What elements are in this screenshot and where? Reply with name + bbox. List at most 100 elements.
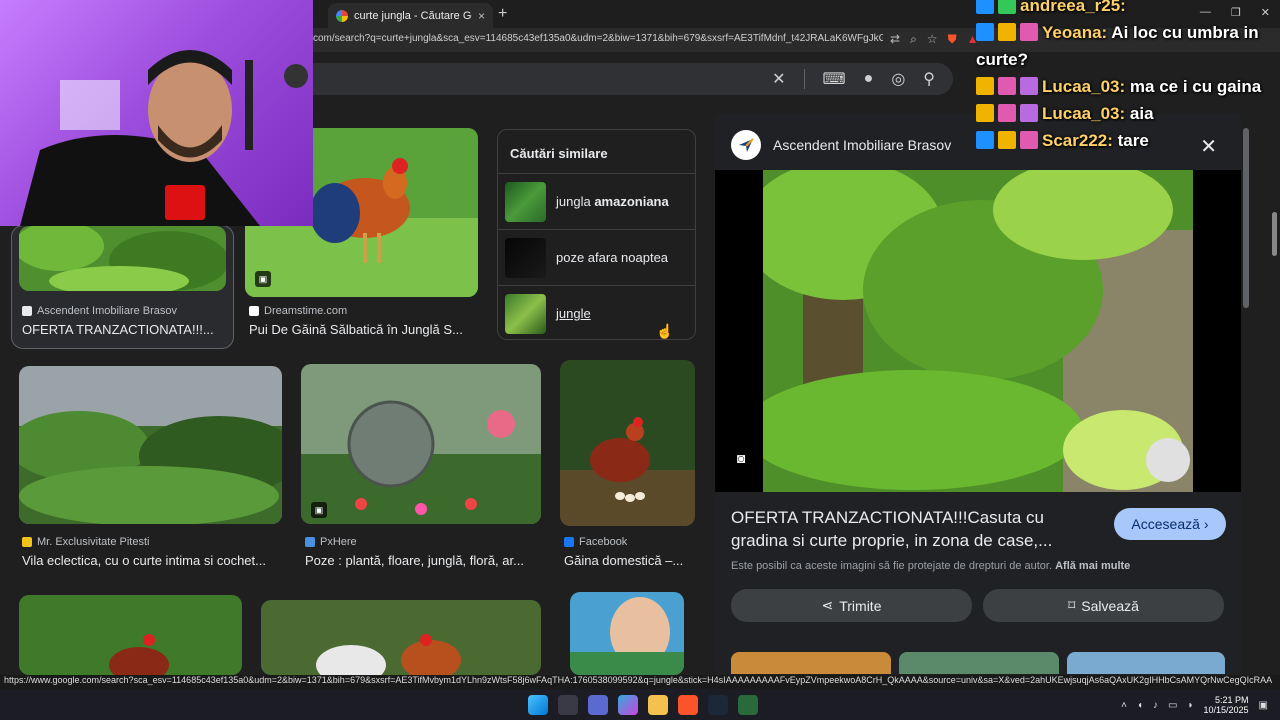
result-source-name: Ascendent Imobiliare Brasov <box>37 305 178 317</box>
chat-text: Ai loc cu umbra in curte? <box>976 23 1259 69</box>
similar-thumbnail <box>505 237 546 278</box>
similar-item[interactable]: jungla amazoniana <box>498 173 695 229</box>
similar-item-label: jungle <box>556 306 591 321</box>
facebook-favicon-icon <box>564 537 574 547</box>
start-menu-icon[interactable] <box>528 695 548 715</box>
result-source[interactable]: Facebook <box>564 536 627 548</box>
stream-chat-overlay: andreea_r25: Yeoana: Ai loc cu umbra in … <box>976 0 1276 154</box>
hen-thumbnail <box>560 360 695 526</box>
result-thumbnail[interactable] <box>19 595 242 675</box>
tab-title: curte jungla - Căutare Google <box>354 9 472 22</box>
site-logo-icon[interactable] <box>731 130 761 160</box>
related-thumbnail[interactable] <box>1067 652 1225 674</box>
brave-shield-icon[interactable]: ⛊ <box>948 32 957 47</box>
result-source-name: PxHere <box>320 536 357 548</box>
copilot-icon[interactable] <box>618 695 638 715</box>
rooster-garden-thumbnail <box>19 595 242 675</box>
translate-icon[interactable]: ⇄ <box>890 32 900 47</box>
image-badge-icon: ▣ <box>255 271 271 287</box>
roosters-thumbnail <box>261 600 541 675</box>
preview-image-area[interactable]: ◙ <box>715 170 1241 492</box>
chat-badge-icon <box>998 104 1016 122</box>
chat-username: Scar222: <box>1042 131 1113 150</box>
taskbar-apps <box>528 695 758 715</box>
search-input[interactable]: ✕ ⌨ ● ◎ ⚲ <box>300 63 953 95</box>
mic-icon[interactable]: ♪ <box>1153 700 1158 711</box>
greenhouse-thumbnail <box>301 364 541 524</box>
exclusivitate-favicon-icon <box>22 537 32 547</box>
site-name[interactable]: Ascendent Imobiliare Brasov <box>773 137 951 153</box>
address-bar-icons: ⇄ ⌕ ☆ ⛊ ▲ <box>890 32 978 47</box>
share-icon: ⋖ <box>821 597 834 613</box>
page-scrollbar[interactable] <box>1272 212 1277 256</box>
lens-icon[interactable]: ◎ <box>891 69 905 89</box>
result-source[interactable]: PxHere <box>305 536 357 548</box>
search-taskbar-icon[interactable] <box>558 695 578 715</box>
steam-icon[interactable] <box>708 695 728 715</box>
result-thumbnail[interactable] <box>560 360 695 526</box>
chat-message: Lucaa_03: aia <box>976 100 1276 127</box>
save-button-label: Salvează <box>1081 597 1139 614</box>
bookmark-icon[interactable]: ☆ <box>927 32 938 47</box>
chat-badge-icon <box>976 131 994 149</box>
notification-icon[interactable]: ▣ <box>1259 700 1268 711</box>
result-title[interactable]: Găina domestică –... <box>564 553 694 568</box>
result-title[interactable]: Poze : plantă, floare, junglă, floră, ar… <box>305 553 540 568</box>
clock-time: 5:21 PM <box>1215 695 1249 705</box>
related-thumbnail[interactable] <box>899 652 1059 674</box>
clock[interactable]: 5:21 PM 10/15/2025 <box>1204 695 1249 715</box>
new-tab-button[interactable]: + <box>498 5 507 23</box>
terminal-icon[interactable] <box>738 695 758 715</box>
result-source[interactable]: Dreamstime.com <box>249 305 347 317</box>
microphone-icon[interactable]: ● <box>864 70 874 88</box>
visual-search-icon[interactable]: ◙ <box>737 450 755 468</box>
network-icon[interactable]: ▭ <box>1168 700 1177 711</box>
similar-item[interactable]: poze afara noaptea <box>498 229 695 285</box>
crown-icon <box>976 77 994 95</box>
volume-icon[interactable]: ◗ <box>1187 700 1193 711</box>
file-explorer-icon[interactable] <box>648 695 668 715</box>
learn-more-link[interactable]: Află mai multe <box>1055 560 1130 572</box>
status-bar-url: https://www.google.com/search?sca_esv=11… <box>0 675 1280 689</box>
result-thumbnail[interactable] <box>301 364 541 524</box>
search-icon[interactable]: ⚲ <box>923 69 935 89</box>
brave-browser-icon[interactable] <box>678 695 698 715</box>
audio-icon[interactable]: ◖ <box>1137 700 1143 711</box>
result-title[interactable]: Vila eclectica, cu o curte intima si coc… <box>22 553 284 568</box>
related-thumbnail[interactable] <box>731 652 891 674</box>
preview-title[interactable]: OFERTA TRANZACTIONATA!!!Casuta cu gradin… <box>731 506 1091 552</box>
result-thumbnail[interactable] <box>570 592 684 675</box>
keyboard-icon[interactable]: ⌨ <box>823 69 846 89</box>
result-thumbnail[interactable] <box>19 226 226 291</box>
share-button[interactable]: ⋖ Trimite <box>731 589 972 622</box>
zoom-icon[interactable]: ⌕ <box>910 32 917 47</box>
result-source[interactable]: Ascendent Imobiliare Brasov <box>22 305 177 317</box>
result-title[interactable]: OFERTA TRANZACTIONATA!!!... <box>22 322 227 337</box>
similar-item-label: poze afara noaptea <box>556 250 669 265</box>
clear-search-icon[interactable]: ✕ <box>772 69 785 89</box>
similar-thumbnail <box>505 293 546 334</box>
image-preview-panel: Ascendent Imobiliare Brasov ✕ ◙ OFERTA T <box>715 114 1241 674</box>
similar-searches: Căutări similare jungla amazoniana poze … <box>497 129 696 340</box>
jungle-view-thumbnail <box>19 366 282 524</box>
chat-message: Scar222: tare <box>976 127 1276 154</box>
browser-tab[interactable]: curte jungla - Căutare Google × <box>328 3 493 28</box>
result-thumbnail[interactable] <box>261 600 541 675</box>
url-field[interactable]: com/search?q=curte+jungla&sca_esv=114685… <box>313 33 883 44</box>
result-thumbnail[interactable] <box>19 366 282 524</box>
widgets-icon[interactable] <box>588 695 608 715</box>
chat-badge-icon <box>998 77 1016 95</box>
visit-button[interactable]: Accesează › <box>1114 508 1226 540</box>
chat-badge-icon <box>1020 77 1038 95</box>
chevron-up-icon[interactable]: ˄ <box>1121 700 1127 711</box>
chat-badge-icon <box>1020 131 1038 149</box>
panel-scrollbar[interactable] <box>1243 128 1249 308</box>
chat-badge-icon <box>976 23 994 41</box>
tab-close-icon[interactable]: × <box>478 9 485 23</box>
result-source[interactable]: Mr. Exclusivitate Pitesti <box>22 536 149 548</box>
save-button[interactable]: ⌑ Salvează <box>983 589 1224 622</box>
result-title[interactable]: Pui De Găină Sălbatică în Junglă S... <box>249 322 477 337</box>
preview-image[interactable] <box>763 170 1193 492</box>
ascendent-favicon-icon <box>22 306 32 316</box>
chat-message: Lucaa_03: ma ce i cu gaina <box>976 73 1276 100</box>
